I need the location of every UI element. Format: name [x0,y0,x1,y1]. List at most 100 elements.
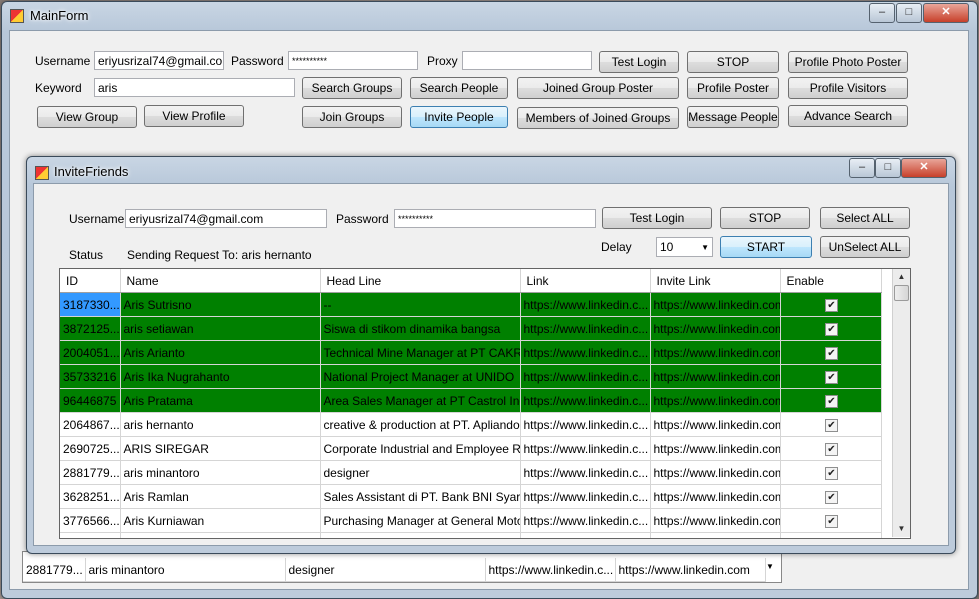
cell-name: ARIS SIREGAR [120,436,321,461]
col-enable[interactable]: Enable [780,269,882,293]
delay-label: Delay [601,240,632,254]
cell-link: https://www.linkedin.c... [520,340,651,365]
cell-invite: https://www.linkedin.com [650,340,781,365]
cell-id: 3628251... [60,484,121,509]
cell-headline: -- [320,292,521,317]
cell-link: https://www.linkedin.c... [520,532,651,538]
join-groups-button[interactable]: Join Groups [302,106,402,128]
password-field[interactable]: ********** [288,51,418,70]
main-title: MainForm [30,8,89,23]
profile-poster-button[interactable]: Profile Poster [687,77,779,99]
cell-enable: ✔ [780,412,882,437]
advance-search-button[interactable]: Advance Search [788,105,908,127]
table-row[interactable]: 35733216 Aris Ika Nugrahanto National Proj… [60,364,882,389]
search-groups-button[interactable]: Search Groups [302,77,402,99]
table-row[interactable]: 3628251... Aris Ramlan Sales Assistant di … [60,484,882,509]
main-cell-headline: designer [285,558,486,582]
invite-username-field[interactable]: eriyusrizal74@gmail.com [125,209,327,228]
proxy-field[interactable] [462,51,592,70]
username-label: Username [35,54,91,68]
profile-photo-poster-button[interactable]: Profile Photo Poster [788,51,908,73]
unselect-all-button[interactable]: UnSelect ALL [820,236,910,258]
main-results-grid[interactable]: 2881779... aris minantoro designer https… [22,551,782,583]
cell-id: 3187330... [60,292,121,317]
profile-visitors-button[interactable]: Profile Visitors [788,77,908,99]
cell-name: Aris Kurniawan [120,508,321,533]
minimize-button[interactable]: – [849,158,875,178]
maximize-button[interactable]: □ [875,158,901,178]
enable-checkbox[interactable]: ✔ [825,419,838,432]
members-of-joined-groups-button[interactable]: Members of Joined Groups [517,107,679,129]
select-all-button[interactable]: Select ALL [820,207,910,229]
scroll-up-arrow-icon[interactable]: ▲ [894,269,909,284]
close-button[interactable]: ✕ [901,158,947,178]
invite-test-login-button[interactable]: Test Login [602,207,712,229]
cell-enable: ✔ [780,388,882,413]
table-row[interactable]: 3793511...Aris PerdiyantoStudent at unsi… [60,532,882,538]
col-link[interactable]: Link [520,269,651,293]
message-people-button[interactable]: Message People [687,106,779,128]
scroll-down-arrow-icon[interactable]: ▼ [766,562,774,571]
search-people-button[interactable]: Search People [410,77,508,99]
invite-grid[interactable]: ID Name Head Line Link Invite Link Enabl… [59,268,911,539]
table-row[interactable]: 2881779... aris minantoro designer https://… [60,460,882,485]
col-name[interactable]: Name [120,269,321,293]
enable-checkbox[interactable]: ✔ [825,467,838,480]
invite-table: ID Name Head Line Link Invite Link Enabl… [60,269,882,538]
enable-checkbox[interactable]: ✔ [825,443,838,456]
invite-stop-button[interactable]: STOP [720,207,810,229]
col-id[interactable]: ID [60,269,121,293]
start-button[interactable]: START [720,236,812,258]
enable-checkbox[interactable]: ✔ [825,371,838,384]
enable-checkbox[interactable]: ✔ [825,323,838,336]
invite-people-button[interactable]: Invite People [410,106,508,128]
cell-name: aris hernanto [120,412,321,437]
table-row[interactable]: 96446875 Aris Pratama Area Sales Manager a… [60,388,882,413]
scroll-down-arrow-icon[interactable]: ▼ [894,521,909,536]
test-login-button[interactable]: Test Login [599,51,679,73]
table-row[interactable]: 3872125... aris setiawan Siswa di stikom d… [60,316,882,341]
cell-link: https://www.linkedin.c... [520,412,651,437]
stop-button[interactable]: STOP [687,51,779,73]
view-group-button[interactable]: View Group [37,106,137,128]
col-invite-link[interactable]: Invite Link [650,269,781,293]
table-row[interactable]: 2004051... Aris Arianto Technical Mine Man… [60,340,882,365]
cell-id: 3872125... [60,316,121,341]
maximize-button[interactable]: □ [896,3,922,23]
cell-id: 3793511... [60,532,121,538]
keyword-field[interactable]: aris [94,78,295,97]
cell-name: aris minantoro [120,460,321,485]
main-cell-id: 2881779... [23,558,86,582]
main-table-row[interactable]: 2881779... aris minantoro designer https… [23,558,766,582]
col-headline[interactable]: Head Line [320,269,521,293]
joined-group-poster-button[interactable]: Joined Group Poster [517,77,679,99]
enable-checkbox[interactable]: ✔ [825,299,838,312]
cell-invite: https://www.linkedin.com [650,388,781,413]
table-row[interactable]: 2064867... aris hernanto creative & produc… [60,412,882,437]
invite-window: InviteFriends – □ ✕ Username eriyusrizal… [26,156,956,554]
cell-id: 2004051... [60,340,121,365]
vertical-scrollbar[interactable]: ▲ ▼ [892,269,910,537]
username-field[interactable]: eriyusrizal74@gmail.com [94,51,224,70]
delay-dropdown[interactable]: 10 ▼ [656,237,713,257]
table-row[interactable]: 3776566... Aris Kurniawan Purchasing Manag… [60,508,882,533]
invite-password-field[interactable]: ********** [394,209,596,228]
cell-headline: Purchasing Manager at General Motors [320,508,521,533]
enable-checkbox[interactable]: ✔ [825,491,838,504]
view-profile-button[interactable]: View Profile [144,105,244,127]
invite-username-label: Username [69,212,125,226]
enable-checkbox[interactable]: ✔ [825,515,838,528]
table-row[interactable]: 2690725... ARIS SIREGAR Corporate Industri… [60,436,882,461]
status-text: Sending Request To: aris hernanto [127,248,312,262]
cell-name: Aris Ramlan [120,484,321,509]
scroll-thumb[interactable] [894,285,909,301]
enable-checkbox[interactable]: ✔ [825,395,838,408]
table-row[interactable]: 3187330... Aris Sutrisno -- https://www.lin… [60,292,882,317]
cell-id: 2690725... [60,436,121,461]
minimize-button[interactable]: – [869,3,895,23]
enable-checkbox[interactable]: ✔ [825,347,838,360]
cell-enable: ✔ [780,436,882,461]
close-button[interactable]: ✕ [923,3,969,23]
cell-name: Aris Ika Nugrahanto [120,364,321,389]
cell-invite: https://www.linkedin.com [650,436,781,461]
